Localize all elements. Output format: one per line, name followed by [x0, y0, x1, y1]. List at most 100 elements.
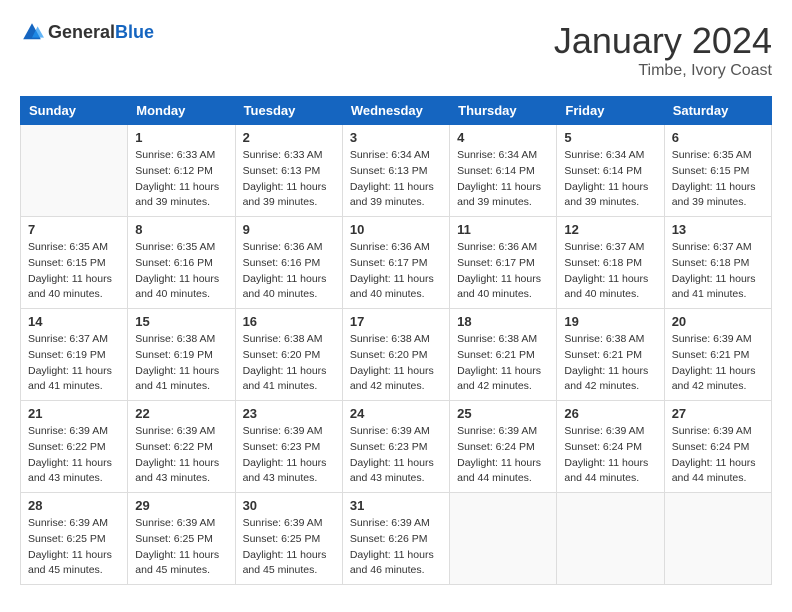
weekday-header-saturday: Saturday: [664, 97, 771, 125]
calendar-cell: 27 Sunrise: 6:39 AMSunset: 6:24 PMDayligh…: [664, 401, 771, 493]
weekday-header-row: SundayMondayTuesdayWednesdayThursdayFrid…: [21, 97, 772, 125]
day-info: Sunrise: 6:39 AMSunset: 6:23 PMDaylight:…: [350, 424, 442, 487]
calendar-cell: 13 Sunrise: 6:37 AMSunset: 6:18 PMDayligh…: [664, 217, 771, 309]
day-number: 29: [135, 498, 227, 513]
day-info: Sunrise: 6:35 AMSunset: 6:15 PMDaylight:…: [28, 240, 120, 303]
day-number: 23: [243, 406, 335, 421]
day-number: 4: [457, 130, 549, 145]
calendar-cell: [21, 125, 128, 217]
weekday-header-thursday: Thursday: [450, 97, 557, 125]
calendar-cell: 17 Sunrise: 6:38 AMSunset: 6:20 PMDayligh…: [342, 309, 449, 401]
day-info: Sunrise: 6:37 AMSunset: 6:18 PMDaylight:…: [564, 240, 656, 303]
day-number: 6: [672, 130, 764, 145]
calendar-cell: 28 Sunrise: 6:39 AMSunset: 6:25 PMDayligh…: [21, 493, 128, 585]
day-info: Sunrise: 6:37 AMSunset: 6:19 PMDaylight:…: [28, 332, 120, 395]
calendar-cell: [664, 493, 771, 585]
day-number: 17: [350, 314, 442, 329]
calendar-cell: 3 Sunrise: 6:34 AMSunset: 6:13 PMDaylight…: [342, 125, 449, 217]
day-number: 10: [350, 222, 442, 237]
day-info: Sunrise: 6:34 AMSunset: 6:14 PMDaylight:…: [564, 148, 656, 211]
calendar-cell: 4Sunrise: 6:34 AMSunset: 6:14 PMDaylight…: [450, 125, 557, 217]
day-number: 13: [672, 222, 764, 237]
calendar-cell: 5 Sunrise: 6:34 AMSunset: 6:14 PMDaylight…: [557, 125, 664, 217]
calendar-cell: 18Sunrise: 6:38 AMSunset: 6:21 PMDayligh…: [450, 309, 557, 401]
day-number: 30: [243, 498, 335, 513]
day-number: 14: [28, 314, 120, 329]
weekday-header-wednesday: Wednesday: [342, 97, 449, 125]
day-info: Sunrise: 6:38 AMSunset: 6:20 PMDaylight:…: [243, 332, 335, 395]
day-number: 26: [564, 406, 656, 421]
day-number: 15: [135, 314, 227, 329]
day-number: 28: [28, 498, 120, 513]
day-info: Sunrise: 6:38 AMSunset: 6:21 PMDaylight:…: [457, 332, 549, 395]
day-number: 21: [28, 406, 120, 421]
calendar-cell: 24 Sunrise: 6:39 AMSunset: 6:23 PMDayligh…: [342, 401, 449, 493]
calendar-cell: 20 Sunrise: 6:39 AMSunset: 6:21 PMDayligh…: [664, 309, 771, 401]
logo: GeneralBlue: [20, 20, 154, 44]
logo-general: General: [48, 22, 115, 42]
calendar-cell: [557, 493, 664, 585]
calendar-cell: 23 Sunrise: 6:39 AMSunset: 6:23 PMDayligh…: [235, 401, 342, 493]
day-info: Sunrise: 6:38 AMSunset: 6:20 PMDaylight:…: [350, 332, 442, 395]
weekday-header-sunday: Sunday: [21, 97, 128, 125]
day-info: Sunrise: 6:38 AMSunset: 6:21 PMDaylight:…: [564, 332, 656, 395]
title-block: January 2024 Timbe, Ivory Coast: [554, 20, 772, 80]
day-info: Sunrise: 6:39 AMSunset: 6:24 PMDaylight:…: [672, 424, 764, 487]
day-info: Sunrise: 6:39 AMSunset: 6:24 PMDaylight:…: [564, 424, 656, 487]
calendar-cell: 25 Sunrise: 6:39 AMSunset: 6:24 PMDayligh…: [450, 401, 557, 493]
day-number: 1: [135, 130, 227, 145]
month-title: January 2024: [554, 20, 772, 62]
day-info: Sunrise: 6:39 AMSunset: 6:21 PMDaylight:…: [672, 332, 764, 395]
day-info: Sunrise: 6:39 AMSunset: 6:22 PMDaylight:…: [135, 424, 227, 487]
day-number: 19: [564, 314, 656, 329]
weekday-header-tuesday: Tuesday: [235, 97, 342, 125]
calendar-cell: 1 Sunrise: 6:33 AMSunset: 6:12 PMDaylight…: [128, 125, 235, 217]
calendar-cell: 9Sunrise: 6:36 AMSunset: 6:16 PMDaylight…: [235, 217, 342, 309]
day-number: 31: [350, 498, 442, 513]
day-info: Sunrise: 6:33 AMSunset: 6:12 PMDaylight:…: [135, 148, 227, 211]
week-row-2: 7 Sunrise: 6:35 AMSunset: 6:15 PMDaylight…: [21, 217, 772, 309]
day-info: Sunrise: 6:39 AMSunset: 6:24 PMDaylight:…: [457, 424, 549, 487]
calendar-cell: 21Sunrise: 6:39 AMSunset: 6:22 PMDayligh…: [21, 401, 128, 493]
calendar-cell: 29 Sunrise: 6:39 AMSunset: 6:25 PMDayligh…: [128, 493, 235, 585]
day-number: 27: [672, 406, 764, 421]
day-number: 16: [243, 314, 335, 329]
day-number: 3: [350, 130, 442, 145]
day-number: 5: [564, 130, 656, 145]
week-row-1: 1 Sunrise: 6:33 AMSunset: 6:12 PMDaylight…: [21, 125, 772, 217]
calendar-cell: [450, 493, 557, 585]
day-info: Sunrise: 6:35 AMSunset: 6:15 PMDaylight:…: [672, 148, 764, 211]
calendar-cell: 19 Sunrise: 6:38 AMSunset: 6:21 PMDayligh…: [557, 309, 664, 401]
day-info: Sunrise: 6:39 AMSunset: 6:26 PMDaylight:…: [350, 516, 442, 579]
calendar-cell: 12 Sunrise: 6:37 AMSunset: 6:18 PMDayligh…: [557, 217, 664, 309]
weekday-header-friday: Friday: [557, 97, 664, 125]
week-row-3: 14 Sunrise: 6:37 AMSunset: 6:19 PMDayligh…: [21, 309, 772, 401]
day-info: Sunrise: 6:35 AMSunset: 6:16 PMDaylight:…: [135, 240, 227, 303]
calendar-table: SundayMondayTuesdayWednesdayThursdayFrid…: [20, 96, 772, 585]
day-number: 24: [350, 406, 442, 421]
day-number: 11: [457, 222, 549, 237]
day-info: Sunrise: 6:34 AMSunset: 6:13 PMDaylight:…: [350, 148, 442, 211]
day-number: 2: [243, 130, 335, 145]
day-info: Sunrise: 6:39 AMSunset: 6:25 PMDaylight:…: [28, 516, 120, 579]
day-info: Sunrise: 6:39 AMSunset: 6:25 PMDaylight:…: [135, 516, 227, 579]
calendar-cell: 31 Sunrise: 6:39 AMSunset: 6:26 PMDayligh…: [342, 493, 449, 585]
day-number: 12: [564, 222, 656, 237]
day-info: Sunrise: 6:39 AMSunset: 6:25 PMDaylight:…: [243, 516, 335, 579]
logo-icon: [20, 20, 44, 44]
location-title: Timbe, Ivory Coast: [554, 62, 772, 80]
calendar-cell: 2Sunrise: 6:33 AMSunset: 6:13 PMDaylight…: [235, 125, 342, 217]
calendar-cell: 30 Sunrise: 6:39 AMSunset: 6:25 PMDayligh…: [235, 493, 342, 585]
day-number: 22: [135, 406, 227, 421]
day-number: 20: [672, 314, 764, 329]
day-number: 7: [28, 222, 120, 237]
calendar-cell: 26 Sunrise: 6:39 AMSunset: 6:24 PMDayligh…: [557, 401, 664, 493]
day-info: Sunrise: 6:39 AMSunset: 6:23 PMDaylight:…: [243, 424, 335, 487]
calendar-cell: 11Sunrise: 6:36 AMSunset: 6:17 PMDayligh…: [450, 217, 557, 309]
week-row-4: 21 Sunrise: 6:39 AMSunset: 6:22 PMDayligh…: [21, 401, 772, 493]
day-info: Sunrise: 6:37 AMSunset: 6:18 PMDaylight:…: [672, 240, 764, 303]
day-info: Sunrise: 6:36 AMSunset: 6:16 PMDaylight:…: [243, 240, 335, 303]
day-number: 25: [457, 406, 549, 421]
week-row-5: 28 Sunrise: 6:39 AMSunset: 6:25 PMDayligh…: [21, 493, 772, 585]
calendar-cell: 10Sunrise: 6:36 AMSunset: 6:17 PMDayligh…: [342, 217, 449, 309]
